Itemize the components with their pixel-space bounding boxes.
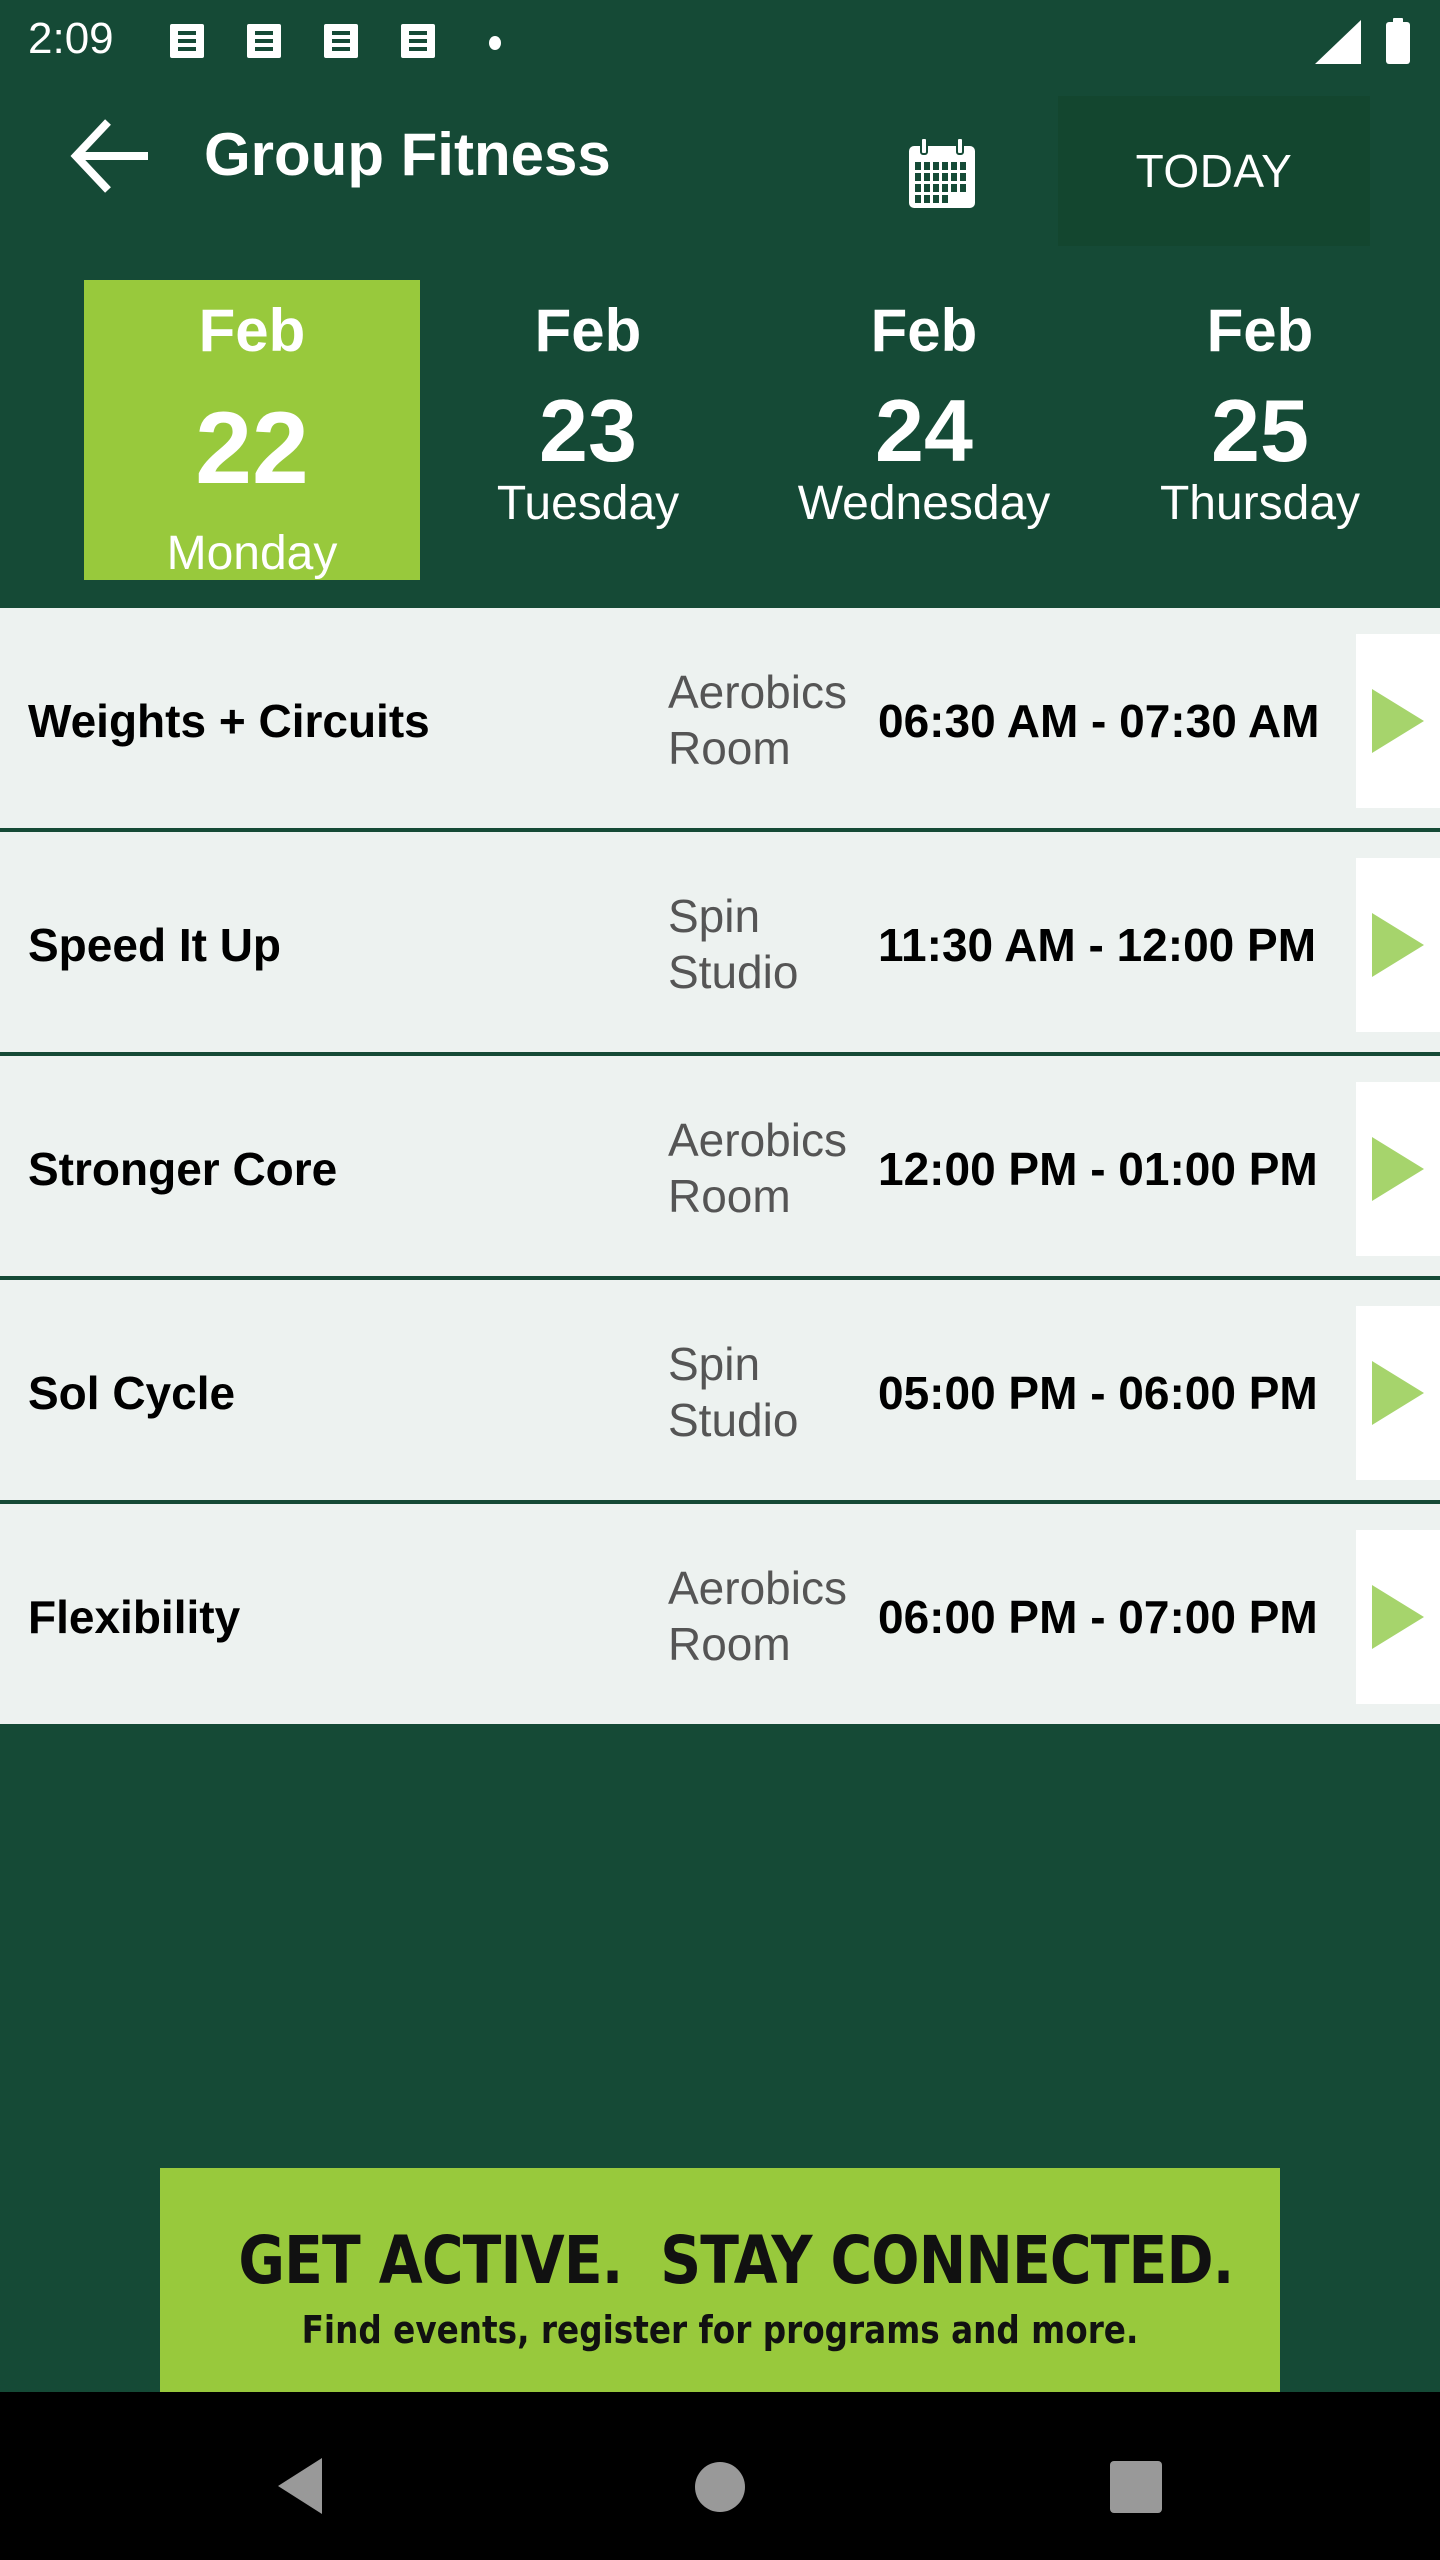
class-location: Spin Studio bbox=[668, 1338, 799, 1446]
date-strip: Feb 22 Monday Feb 23 Tuesday Feb 24 Wedn… bbox=[0, 274, 1440, 608]
class-location: Aerobics Room bbox=[668, 666, 847, 774]
app-notification-icon bbox=[170, 24, 204, 58]
date-day: 25 bbox=[1211, 381, 1309, 480]
date-day: 24 bbox=[875, 381, 973, 480]
class-row[interactable]: Stronger Core Aerobics Room 12:00 PM - 0… bbox=[0, 1056, 1440, 1280]
calendar-icon bbox=[909, 137, 975, 208]
today-button[interactable]: TODAY bbox=[1058, 96, 1370, 246]
date-month: Feb bbox=[1206, 297, 1314, 364]
class-name: Flexibility bbox=[28, 1591, 241, 1643]
date-weekday: Wednesday bbox=[797, 477, 1051, 530]
status-bar: 2:09 bbox=[0, 0, 1440, 84]
date-day: 22 bbox=[195, 391, 309, 505]
app-notification-icon bbox=[247, 24, 281, 58]
app-notification-icon bbox=[324, 24, 358, 58]
class-time: 06:30 AM - 07:30 AM bbox=[878, 695, 1320, 747]
date-tab-feb-22[interactable]: Feb 22 Monday bbox=[84, 280, 420, 580]
class-name: Weights + Circuits bbox=[28, 695, 430, 747]
promo-headline: GET ACTIVE. STAY CONNECTED. bbox=[238, 2222, 1234, 2299]
promo-subtext: Find events, register for programs and m… bbox=[301, 2308, 1139, 2352]
date-weekday: Monday bbox=[166, 527, 338, 580]
date-tab-feb-25[interactable]: Feb 25 Thursday bbox=[1092, 280, 1428, 580]
date-day: 23 bbox=[539, 381, 637, 480]
date-month: Feb bbox=[870, 297, 978, 364]
class-details-button[interactable] bbox=[1356, 634, 1440, 808]
class-row[interactable]: Speed It Up Spin Studio 11:30 AM - 12:00… bbox=[0, 832, 1440, 1056]
nav-home-icon[interactable] bbox=[695, 2462, 745, 2512]
system-nav-bar bbox=[0, 2392, 1440, 2560]
more-notifications-dot-icon bbox=[489, 36, 501, 50]
class-details-button[interactable] bbox=[1356, 1530, 1440, 1704]
class-name: Sol Cycle bbox=[28, 1367, 236, 1419]
promo-banner[interactable]: GET ACTIVE. STAY CONNECTED. Find events,… bbox=[160, 2168, 1280, 2392]
arrow-left-icon bbox=[70, 119, 148, 193]
play-arrow-icon bbox=[1372, 1361, 1424, 1425]
class-details-button[interactable] bbox=[1356, 1082, 1440, 1256]
class-time: 06:00 PM - 07:00 PM bbox=[878, 1591, 1318, 1643]
date-month: Feb bbox=[534, 297, 642, 364]
nav-recents-icon[interactable] bbox=[1110, 2461, 1162, 2513]
class-time: 05:00 PM - 06:00 PM bbox=[878, 1367, 1318, 1419]
class-location: Aerobics Room bbox=[668, 1114, 847, 1222]
date-month: Feb bbox=[198, 297, 306, 364]
nav-back-icon[interactable] bbox=[276, 2458, 326, 2514]
class-details-button[interactable] bbox=[1356, 1306, 1440, 1480]
date-weekday: Tuesday bbox=[496, 477, 680, 530]
class-location: Aerobics Room bbox=[668, 1562, 847, 1670]
class-time: 11:30 AM - 12:00 PM bbox=[878, 919, 1317, 971]
app-bar: Group Fitness TODAY bbox=[0, 84, 1440, 274]
class-location: Spin Studio bbox=[668, 890, 799, 998]
class-time: 12:00 PM - 01:00 PM bbox=[878, 1143, 1318, 1195]
page-title: Group Fitness bbox=[204, 121, 611, 188]
play-arrow-icon bbox=[1372, 1137, 1424, 1201]
date-weekday: Thursday bbox=[1159, 477, 1361, 530]
class-name: Stronger Core bbox=[28, 1143, 338, 1195]
calendar-button[interactable] bbox=[906, 137, 994, 226]
play-arrow-icon bbox=[1372, 689, 1424, 753]
class-name: Speed It Up bbox=[28, 919, 282, 971]
back-button[interactable] bbox=[66, 112, 156, 202]
play-arrow-icon bbox=[1372, 913, 1424, 977]
class-list: Weights + Circuits Aerobics Room 06:30 A… bbox=[0, 608, 1440, 1724]
app-notification-icon bbox=[401, 24, 435, 58]
status-time: 2:09 bbox=[28, 14, 114, 63]
battery-full-icon bbox=[1386, 18, 1410, 64]
date-tab-feb-24[interactable]: Feb 24 Wednesday bbox=[756, 280, 1092, 580]
play-arrow-icon bbox=[1372, 1585, 1424, 1649]
class-row[interactable]: Sol Cycle Spin Studio 05:00 PM - 06:00 P… bbox=[0, 1280, 1440, 1504]
cell-signal-icon bbox=[1315, 20, 1361, 64]
date-tab-feb-23[interactable]: Feb 23 Tuesday bbox=[420, 280, 756, 580]
class-details-button[interactable] bbox=[1356, 858, 1440, 1032]
class-row[interactable]: Flexibility Aerobics Room 06:00 PM - 07:… bbox=[0, 1504, 1440, 1724]
class-row[interactable]: Weights + Circuits Aerobics Room 06:30 A… bbox=[0, 608, 1440, 832]
